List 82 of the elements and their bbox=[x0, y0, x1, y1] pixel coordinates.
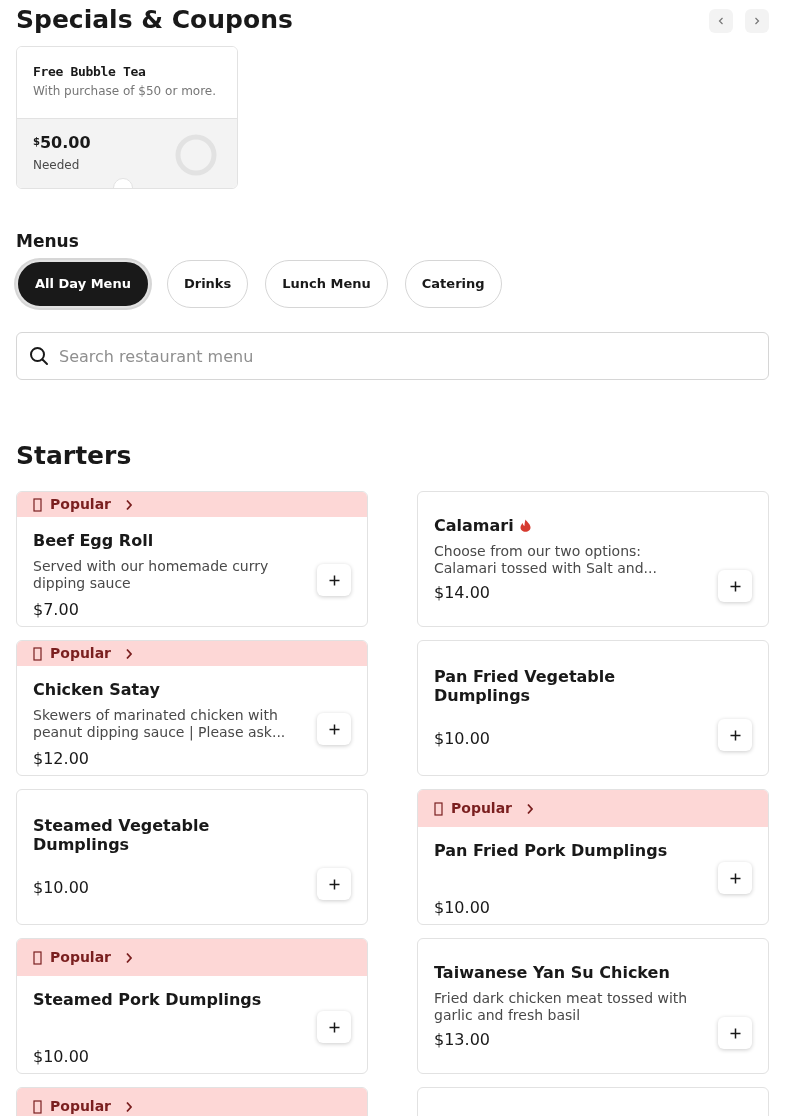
chevron-right-icon bbox=[125, 647, 134, 660]
item-name: Pan Fried Pork Dumplings bbox=[434, 841, 668, 860]
item-description: Choose from our two options: Calamari tossed with Salt and... bbox=[434, 542, 658, 577]
add-button[interactable] bbox=[718, 862, 752, 894]
placeholder-icon bbox=[434, 801, 443, 816]
item-description: Served with our homemade curry dipping sauce bbox=[33, 558, 270, 592]
item-price: $13.00 bbox=[434, 1029, 491, 1050]
coupon-status: Needed bbox=[33, 157, 81, 174]
plus-icon bbox=[328, 1021, 340, 1033]
menu-item-card[interactable]: Calamari Choose from our two options: Calamari tossed with Salt and... $14.00 bbox=[417, 491, 769, 627]
chevron-right-icon bbox=[125, 951, 134, 964]
add-button[interactable] bbox=[317, 564, 351, 596]
item-price: $10.00 bbox=[434, 898, 491, 918]
item-price: $12.00 bbox=[33, 749, 90, 769]
search-icon bbox=[29, 346, 49, 366]
plus-icon bbox=[729, 580, 741, 592]
menu-tab[interactable]: Drinks bbox=[166, 260, 249, 308]
item-name: Chicken Satay bbox=[33, 680, 160, 699]
placeholder-icon bbox=[33, 497, 42, 512]
menu-item-card[interactable]: Popular Steamed Pork Dumplings $10.00 bbox=[16, 938, 368, 1074]
badge-label: Popular bbox=[451, 799, 513, 818]
menu-tab[interactable]: Catering bbox=[404, 260, 502, 308]
item-name: Pan Fried Vegetable Dumplings bbox=[434, 667, 617, 705]
flame-icon bbox=[519, 518, 531, 532]
item-name: Steamed Vegetable Dumplings bbox=[33, 816, 211, 854]
plus-icon bbox=[328, 878, 340, 890]
search-field[interactable]: Search restaurant menu bbox=[16, 332, 769, 380]
placeholder-icon bbox=[33, 950, 42, 965]
add-button[interactable] bbox=[718, 570, 752, 602]
item-price: $14.00 bbox=[434, 582, 491, 603]
add-button[interactable] bbox=[718, 719, 752, 751]
menu-item-card[interactable]: Popular Pan Fried Pork Dumplings $10.00 bbox=[417, 789, 769, 925]
add-button[interactable] bbox=[317, 713, 351, 745]
coupon-title: Free Bubble Tea bbox=[33, 63, 147, 81]
menu-item-card[interactable]: Popular Chicken Satay Skewers of marinated chicken with peanut dipping sauce | Please ask... $12.00 bbox=[16, 640, 368, 776]
add-button[interactable] bbox=[317, 1011, 351, 1043]
chevron-right-icon bbox=[754, 17, 760, 25]
plus-icon bbox=[729, 872, 741, 884]
previous-button[interactable] bbox=[709, 9, 733, 33]
popular-banner[interactable]: Popular bbox=[418, 790, 768, 827]
item-name: Calamari bbox=[434, 515, 514, 535]
item-price: $10.00 bbox=[33, 1047, 90, 1067]
item-description: Fried dark chicken meat tossed with garlic and fresh basil bbox=[434, 989, 689, 1024]
placeholder-icon bbox=[33, 646, 42, 661]
plus-icon bbox=[328, 574, 340, 586]
coupon-amount: $50.00 bbox=[33, 133, 91, 153]
chevron-right-icon bbox=[526, 802, 535, 815]
item-description: Skewers of marinated chicken with peanut dipping sauce | Please ask... bbox=[33, 707, 287, 741]
menus-heading: Menus bbox=[16, 230, 80, 253]
menu-item-card[interactable]: Taiwanese Yan Su Chicken Fried dark chicken meat tossed with garlic and fresh basil $13.00 bbox=[417, 938, 769, 1074]
chevron-right-icon bbox=[125, 498, 134, 511]
item-name: Taiwanese Yan Su Chicken bbox=[434, 962, 670, 982]
item-price: $7.00 bbox=[33, 600, 80, 620]
menu-tab[interactable]: Lunch Menu bbox=[265, 260, 388, 308]
coupon-description: With purchase of $50 or more. bbox=[33, 83, 218, 99]
badge-label: Popular bbox=[50, 644, 112, 663]
item-price: $10.00 bbox=[33, 878, 90, 898]
next-button[interactable] bbox=[745, 9, 769, 33]
section-title: Specials & Coupons bbox=[16, 4, 293, 36]
popular-banner[interactable]: Popular bbox=[17, 492, 367, 517]
menu-item-card[interactable]: Pan Fried Vegetable Dumplings $10.00 bbox=[417, 640, 769, 776]
plus-icon bbox=[328, 723, 340, 735]
placeholder-icon bbox=[33, 1099, 42, 1114]
badge-label: Popular bbox=[50, 495, 112, 514]
chevron-left-icon bbox=[718, 17, 724, 25]
add-button[interactable] bbox=[718, 1017, 752, 1049]
menu-item-card[interactable]: Steamed Vegetable Dumplings $10.00 bbox=[16, 789, 368, 925]
section-title: Starters bbox=[16, 440, 133, 472]
plus-icon bbox=[729, 729, 741, 741]
menu-item-card[interactable]: Popular Beef Egg Roll Served with our homemade curry dipping sauce $7.00 bbox=[16, 491, 368, 627]
menu-item-card[interactable]: Popular bbox=[16, 1087, 368, 1116]
plus-icon bbox=[729, 1027, 741, 1039]
item-name: Beef Egg Roll bbox=[33, 531, 154, 550]
popular-banner[interactable]: Popular bbox=[17, 641, 367, 666]
add-button[interactable] bbox=[317, 868, 351, 900]
chevron-right-icon bbox=[125, 1100, 134, 1113]
item-name: Steamed Pork Dumplings bbox=[33, 990, 262, 1009]
badge-label: Popular bbox=[50, 948, 112, 967]
item-price: $10.00 bbox=[434, 729, 491, 749]
menu-tab[interactable]: All Day Menu bbox=[16, 260, 150, 308]
badge-label: Popular bbox=[50, 1097, 112, 1116]
popular-banner[interactable]: Popular bbox=[17, 939, 367, 976]
